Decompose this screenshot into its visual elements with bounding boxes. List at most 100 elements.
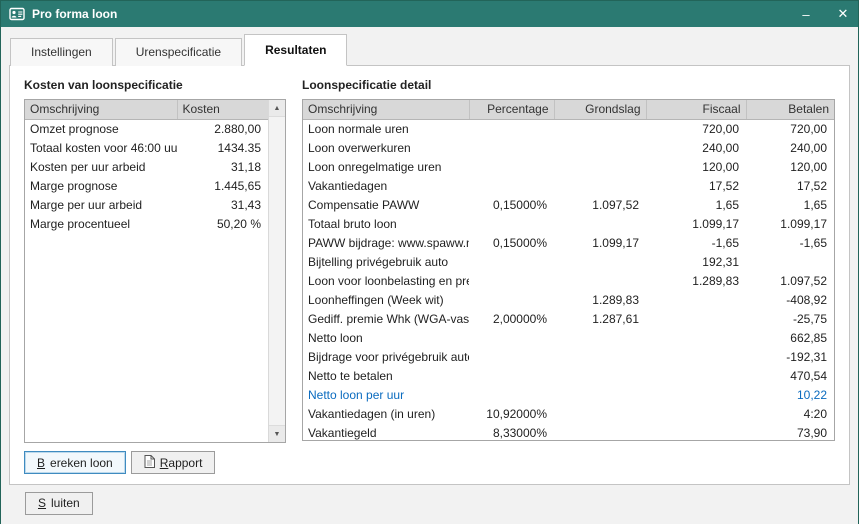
table-row[interactable]: Bijdrage voor privégebruik auto-192,31	[303, 347, 834, 366]
table-row[interactable]: Kosten per uur arbeid31,18	[25, 157, 268, 176]
tab-instellingen[interactable]: Instellingen	[10, 38, 113, 66]
close-button[interactable]: ✕	[828, 1, 858, 27]
row-value: 31,18	[177, 157, 268, 176]
row-value: 470,54	[746, 366, 834, 385]
kosten-table: Omschrijving Kosten Omzet prognose2.880,…	[24, 99, 286, 443]
row-label: Totaal bruto loon	[303, 214, 469, 233]
table-row[interactable]: Omzet prognose2.880,00	[25, 119, 268, 138]
row-value	[554, 385, 646, 404]
row-label: Totaal kosten voor 46:00 uur	[25, 138, 177, 157]
row-label: Vakantiedagen (in uren)	[303, 404, 469, 423]
row-value	[746, 252, 834, 271]
table-row[interactable]: Totaal kosten voor 46:00 uur1434.35	[25, 138, 268, 157]
row-value: 1.099,17	[746, 214, 834, 233]
table-row[interactable]: Vakantiedagen17,5217,52	[303, 176, 834, 195]
row-value: 0,15000%	[469, 195, 554, 214]
scroll-up-icon[interactable]: ▲	[269, 100, 285, 117]
column-header-grondslag: Grondslag	[554, 100, 646, 119]
detail-panel-title: Loonspecificatie detail	[302, 78, 835, 92]
table-row[interactable]: Marge prognose1.445,65	[25, 176, 268, 195]
row-value	[646, 366, 746, 385]
rapport-button[interactable]: Rapport	[131, 451, 216, 474]
row-value: 10,22	[746, 385, 834, 404]
row-value: 662,85	[746, 328, 834, 347]
bereken-loon-button[interactable]: Bereken loon	[24, 451, 126, 474]
row-label: Compensatie PAWW	[303, 195, 469, 214]
row-value: -408,92	[746, 290, 834, 309]
row-value: 240,00	[646, 138, 746, 157]
row-label: Loon onregelmatige uren	[303, 157, 469, 176]
row-label: Marge per uur arbeid	[25, 195, 177, 214]
tab-resultaten[interactable]: Resultaten	[244, 34, 347, 66]
row-value: 240,00	[746, 138, 834, 157]
column-header-betalen: Betalen	[746, 100, 834, 119]
scroll-down-icon[interactable]: ▼	[269, 425, 285, 442]
table-row[interactable]: Loon normale uren 720,00720,00	[303, 119, 834, 138]
sluiten-button[interactable]: Sluiten	[25, 492, 93, 515]
row-value	[469, 290, 554, 309]
row-value: 1.289,83	[554, 290, 646, 309]
row-value: 10,92000%	[469, 404, 554, 423]
row-value	[646, 347, 746, 366]
row-value: 0,15000%	[469, 233, 554, 252]
row-value: 17,52	[646, 176, 746, 195]
row-value: 120,00	[746, 157, 834, 176]
row-value	[469, 176, 554, 195]
row-value	[469, 157, 554, 176]
kosten-panel-title: Kosten van loonspecificatie	[24, 78, 286, 92]
table-row[interactable]: Marge per uur arbeid31,43	[25, 195, 268, 214]
table-row[interactable]: Netto loon662,85	[303, 328, 834, 347]
table-row[interactable]: Loonheffingen (Week wit) 1.289,83 -408,92	[303, 290, 834, 309]
row-value: 1.097,52	[746, 271, 834, 290]
row-value	[554, 271, 646, 290]
table-row[interactable]: Netto te betalen470,54	[303, 366, 834, 385]
table-row[interactable]: Compensatie PAWW0,15000%1.097,521,651,65	[303, 195, 834, 214]
minimize-button[interactable]: –	[791, 1, 821, 27]
kosten-header-row: Omschrijving Kosten	[25, 100, 268, 119]
kosten-panel: Kosten van loonspecificatie Omschrijving…	[24, 78, 286, 474]
table-row[interactable]: Loon onregelmatige uren 120,00120,00	[303, 157, 834, 176]
column-header-percentage: Percentage	[469, 100, 554, 119]
detail-header-row: Omschrijving Percentage Grondslag Fiscaa…	[303, 100, 834, 119]
row-value	[554, 119, 646, 138]
row-value: 720,00	[646, 119, 746, 138]
table-row[interactable]: Totaal bruto loon 1.099,171.099,17	[303, 214, 834, 233]
row-value	[554, 138, 646, 157]
row-value: 1.097,52	[554, 195, 646, 214]
row-value: 1.445,65	[177, 176, 268, 195]
row-label: Loon normale uren	[303, 119, 469, 138]
titlebar[interactable]: Pro forma loon – ✕	[1, 1, 858, 27]
row-value	[646, 328, 746, 347]
table-row[interactable]: PAWW bijdrage: www.spaww.nl0,15000%1.099…	[303, 233, 834, 252]
row-value	[469, 385, 554, 404]
row-value: 1.099,17	[646, 214, 746, 233]
table-row[interactable]: Marge procentueel50,20 %	[25, 214, 268, 233]
report-document-icon	[144, 455, 155, 471]
rapport-button-label: Rapport	[160, 456, 203, 470]
row-value: 1.289,83	[646, 271, 746, 290]
row-value: 120,00	[646, 157, 746, 176]
row-label: Loon voor loonbelasting en premies	[303, 271, 469, 290]
table-row[interactable]: Loon voor loonbelasting en premies 1.289,…	[303, 271, 834, 290]
detail-table: Omschrijving Percentage Grondslag Fiscaa…	[302, 99, 835, 441]
row-label: Bijdrage voor privégebruik auto	[303, 347, 469, 366]
window-title: Pro forma loon	[32, 7, 784, 21]
row-value	[646, 423, 746, 441]
row-value: 720,00	[746, 119, 834, 138]
table-row[interactable]: Vakantiedagen (in uren)10,92000%4:20	[303, 404, 834, 423]
row-value	[646, 309, 746, 328]
table-row[interactable]: Loon overwerkuren240,00240,00	[303, 138, 834, 157]
table-row[interactable]: Gediff. premie Whk (WGA-vast)2,00000%1.2…	[303, 309, 834, 328]
row-value: 192,31	[646, 252, 746, 271]
row-label: Loonheffingen (Week wit)	[303, 290, 469, 309]
table-row[interactable]: Bijtelling privégebruik auto 192,31	[303, 252, 834, 271]
row-value	[554, 214, 646, 233]
resultaten-tab-page: Kosten van loonspecificatie Omschrijving…	[9, 65, 850, 485]
row-value: 73,90	[746, 423, 834, 441]
tab-urenspecificatie[interactable]: Urenspecificatie	[115, 38, 242, 66]
vertical-scrollbar[interactable]: ▲ ▼	[268, 100, 285, 442]
row-label: Bijtelling privégebruik auto	[303, 252, 469, 271]
table-row[interactable]: Netto loon per uur10,22	[303, 385, 834, 404]
table-row[interactable]: Vakantiegeld8,33000%73,90	[303, 423, 834, 441]
row-value	[469, 366, 554, 385]
